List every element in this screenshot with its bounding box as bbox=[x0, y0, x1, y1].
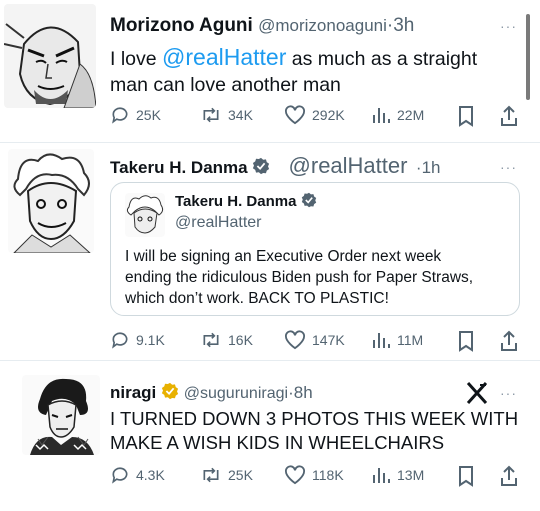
like-count: 118K bbox=[312, 467, 344, 483]
tweet-1[interactable]: Morizono Aguni @morizonoaguni·3h ··· I l… bbox=[0, 0, 540, 145]
views-icon bbox=[373, 468, 390, 483]
reply-icon bbox=[112, 107, 128, 124]
views-button[interactable]: 13M bbox=[371, 465, 424, 485]
quoted-text-line: which don’t work. BACK TO PLASTIC! bbox=[125, 290, 389, 307]
action-bar: 25K 34K 292K 22M bbox=[0, 105, 540, 129]
reply-button[interactable]: 25K bbox=[110, 105, 161, 125]
reply-count: 25K bbox=[136, 107, 161, 123]
action-bar: 4.3K 25K 118K 13M bbox=[0, 465, 540, 489]
reply-count: 4.3K bbox=[136, 467, 165, 483]
quoted-header: Takeru H. Danma bbox=[175, 192, 317, 212]
retweet-count: 34K bbox=[228, 107, 253, 123]
gold-verified-badge-icon bbox=[161, 382, 179, 400]
quoted-author-handle[interactable]: @realHatter bbox=[175, 213, 262, 233]
more-options-icon[interactable]: ··· bbox=[500, 159, 517, 175]
quoted-text-line: ending the ridiculous Biden push for Pap… bbox=[125, 269, 474, 286]
quoted-author-name[interactable]: Takeru H. Danma bbox=[175, 193, 296, 210]
bookmark-button[interactable] bbox=[457, 105, 475, 132]
timestamp[interactable]: 3h bbox=[393, 15, 414, 36]
retweet-icon bbox=[203, 332, 219, 348]
tweet-text: I TURNED DOWN 3 PHOTOS THIS WEEK WITH MA… bbox=[110, 407, 518, 455]
like-count: 147K bbox=[312, 332, 345, 348]
view-count: 11M bbox=[397, 332, 424, 348]
reply-button[interactable]: 4.3K bbox=[110, 465, 165, 485]
share-icon bbox=[501, 330, 517, 351]
share-button[interactable] bbox=[499, 465, 519, 492]
manga-portrait-icon bbox=[125, 193, 165, 237]
retweet-icon bbox=[203, 107, 219, 123]
bookmark-icon bbox=[459, 331, 473, 352]
author-name[interactable]: niragi bbox=[110, 383, 156, 402]
x-logo-icon bbox=[466, 381, 488, 410]
author-handle[interactable]: @suguruniragi bbox=[184, 385, 288, 402]
mention-link[interactable]: @realHatter bbox=[162, 44, 286, 70]
views-button[interactable]: 22M bbox=[371, 105, 424, 125]
views-button[interactable]: 11M bbox=[371, 330, 423, 350]
tweet-header: Takeru H. Danma @realHatter ·1h bbox=[110, 151, 441, 184]
reply-button[interactable]: 9.1K bbox=[110, 330, 165, 350]
tweet-header: niragi @suguruniragi·8h bbox=[110, 381, 313, 406]
quoted-text: I will be signing an Executive Order nex… bbox=[125, 246, 473, 309]
manga-portrait-icon bbox=[8, 149, 94, 253]
bookmark-button[interactable] bbox=[457, 465, 475, 492]
quoted-tweet[interactable]: Takeru H. Danma @realHatter I will be si… bbox=[110, 182, 520, 316]
views-icon bbox=[373, 108, 390, 123]
overlay-mention[interactable]: @realHatter bbox=[289, 153, 408, 178]
avatar[interactable] bbox=[22, 375, 100, 455]
avatar[interactable] bbox=[8, 149, 94, 253]
timestamp[interactable]: 1h bbox=[422, 158, 441, 177]
like-button[interactable]: 147K bbox=[284, 330, 345, 350]
avatar[interactable] bbox=[4, 4, 96, 108]
share-button[interactable] bbox=[499, 330, 519, 357]
bookmark-icon bbox=[459, 106, 473, 127]
heart-icon bbox=[285, 105, 305, 125]
timestamp[interactable]: 8h bbox=[294, 383, 313, 402]
share-icon bbox=[501, 465, 517, 486]
like-button[interactable]: 118K bbox=[284, 465, 344, 485]
blue-verified-badge-icon bbox=[252, 157, 270, 175]
retweet-button[interactable]: 34K bbox=[200, 105, 253, 125]
retweet-count: 25K bbox=[228, 467, 253, 483]
more-options-icon[interactable]: ··· bbox=[500, 385, 517, 401]
retweet-button[interactable]: 16K bbox=[200, 330, 253, 350]
share-button[interactable] bbox=[499, 105, 519, 132]
retweet-button[interactable]: 25K bbox=[200, 465, 253, 485]
bookmark-button[interactable] bbox=[457, 330, 475, 357]
like-count: 292K bbox=[312, 107, 345, 123]
tweet-2[interactable]: Takeru H. Danma @realHatter ·1h ··· Take… bbox=[0, 145, 540, 361]
manga-portrait-icon bbox=[4, 4, 96, 108]
view-count: 13M bbox=[397, 467, 425, 483]
reply-icon bbox=[112, 467, 128, 484]
tweet-text: I love @realHatter as much as a straight… bbox=[110, 44, 530, 98]
bookmark-icon bbox=[459, 466, 473, 487]
author-handle[interactable]: @morizonoaguni bbox=[258, 16, 387, 35]
divider bbox=[0, 360, 540, 361]
views-icon bbox=[373, 333, 390, 348]
divider bbox=[0, 142, 540, 143]
tweet-text-line: I TURNED DOWN 3 PHOTOS THIS WEEK WITH bbox=[110, 408, 519, 429]
action-bar: 9.1K 16K 147K 11M bbox=[0, 330, 540, 354]
manga-portrait-icon bbox=[22, 375, 100, 455]
like-button[interactable]: 292K bbox=[284, 105, 345, 125]
share-icon bbox=[501, 105, 517, 126]
quoted-avatar[interactable] bbox=[125, 193, 165, 237]
quoted-text-line: I will be signing an Executive Order nex… bbox=[125, 248, 442, 265]
tweet-3[interactable]: niragi @suguruniragi·8h ··· I TURNED DOW… bbox=[0, 365, 540, 511]
retweet-icon bbox=[203, 467, 219, 483]
blue-verified-badge-icon bbox=[301, 192, 317, 208]
heart-icon bbox=[285, 465, 305, 485]
heart-icon bbox=[285, 330, 305, 350]
author-name[interactable]: Takeru H. Danma bbox=[110, 158, 248, 177]
tweet-text-line-2: man can love another man bbox=[110, 74, 341, 96]
tweet-text-line: MAKE A WISH KIDS IN WHEELCHAIRS bbox=[110, 432, 445, 453]
view-count: 22M bbox=[397, 107, 425, 123]
more-options-icon[interactable]: ··· bbox=[500, 18, 517, 34]
reply-icon bbox=[112, 332, 128, 349]
author-name[interactable]: Morizono Aguni bbox=[110, 15, 253, 36]
retweet-count: 16K bbox=[228, 332, 253, 348]
tweet-header: Morizono Aguni @morizonoaguni·3h bbox=[110, 14, 414, 38]
tweet-text-line-1: I love @realHatter as much as a straight bbox=[110, 44, 478, 70]
reply-count: 9.1K bbox=[136, 332, 165, 348]
